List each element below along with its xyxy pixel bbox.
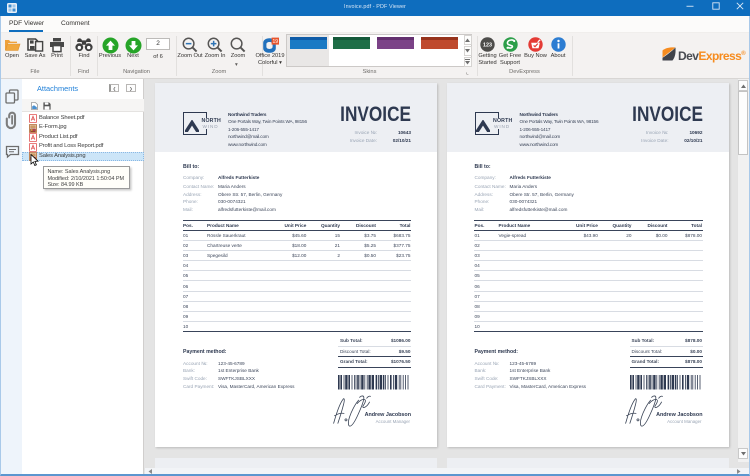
- svg-text:19: 19: [272, 39, 278, 45]
